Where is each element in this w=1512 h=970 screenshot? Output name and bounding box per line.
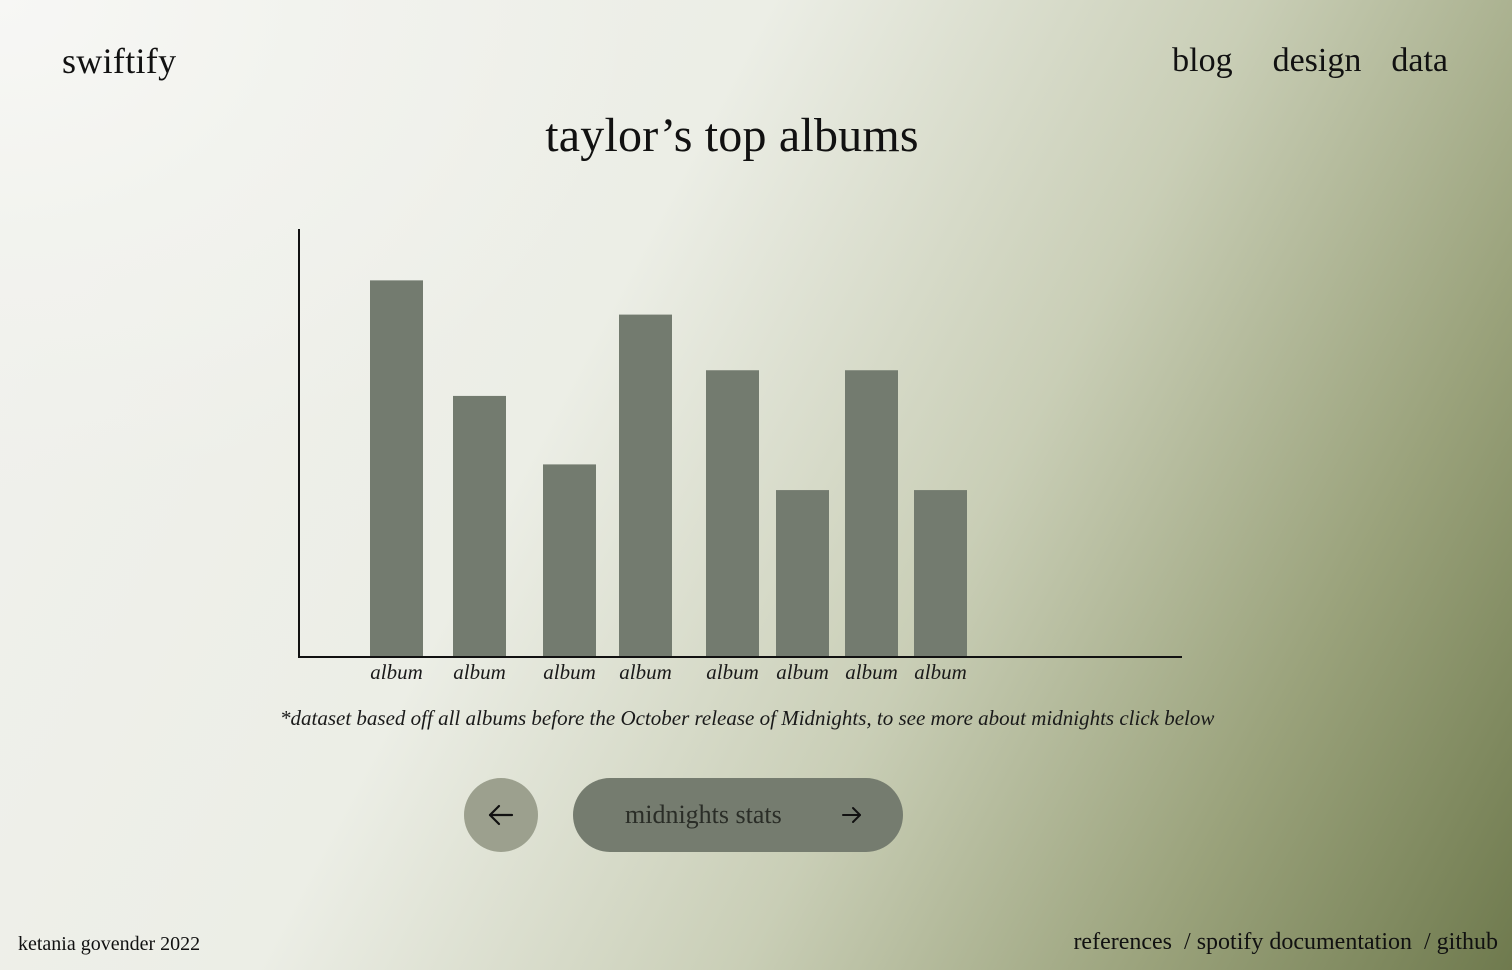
x-tick-label: album [453, 660, 506, 684]
footer-github-link[interactable]: github [1437, 929, 1498, 955]
x-tick-label: album [776, 660, 829, 684]
footer-spotify-docs-link[interactable]: spotify documentation [1197, 929, 1412, 955]
chart-bar [914, 490, 967, 657]
x-tick-label: album [914, 660, 967, 684]
chart-bar [453, 395, 506, 657]
arrow-left-icon [488, 804, 514, 826]
chart-bar [619, 314, 672, 657]
footer-credit: ketania govender 2022 [18, 933, 201, 955]
x-tick-label: album [845, 660, 898, 684]
chart-bar [543, 464, 596, 657]
chart-bar [845, 370, 898, 657]
chart-bar [776, 490, 829, 657]
x-tick-label: album [370, 660, 423, 684]
midnights-stats-label: midnights stats [625, 800, 782, 829]
x-tick-label: album [543, 660, 596, 684]
midnights-stats-button[interactable]: midnights stats [573, 778, 903, 852]
chart-bar [370, 280, 423, 657]
dataset-note: *dataset based off all albums before the… [280, 706, 1215, 730]
x-tick-label: album [706, 660, 759, 684]
footer-separator: / [1423, 929, 1431, 955]
back-button[interactable] [464, 778, 538, 852]
arrow-right-icon [842, 807, 861, 823]
x-tick-label: album [619, 660, 672, 684]
chart-bar [706, 370, 759, 657]
footer-separator: / [1184, 929, 1191, 955]
footer-references-link[interactable]: references [1073, 929, 1172, 955]
footer-links: references / spotify documentation / githu… [1073, 929, 1498, 956]
